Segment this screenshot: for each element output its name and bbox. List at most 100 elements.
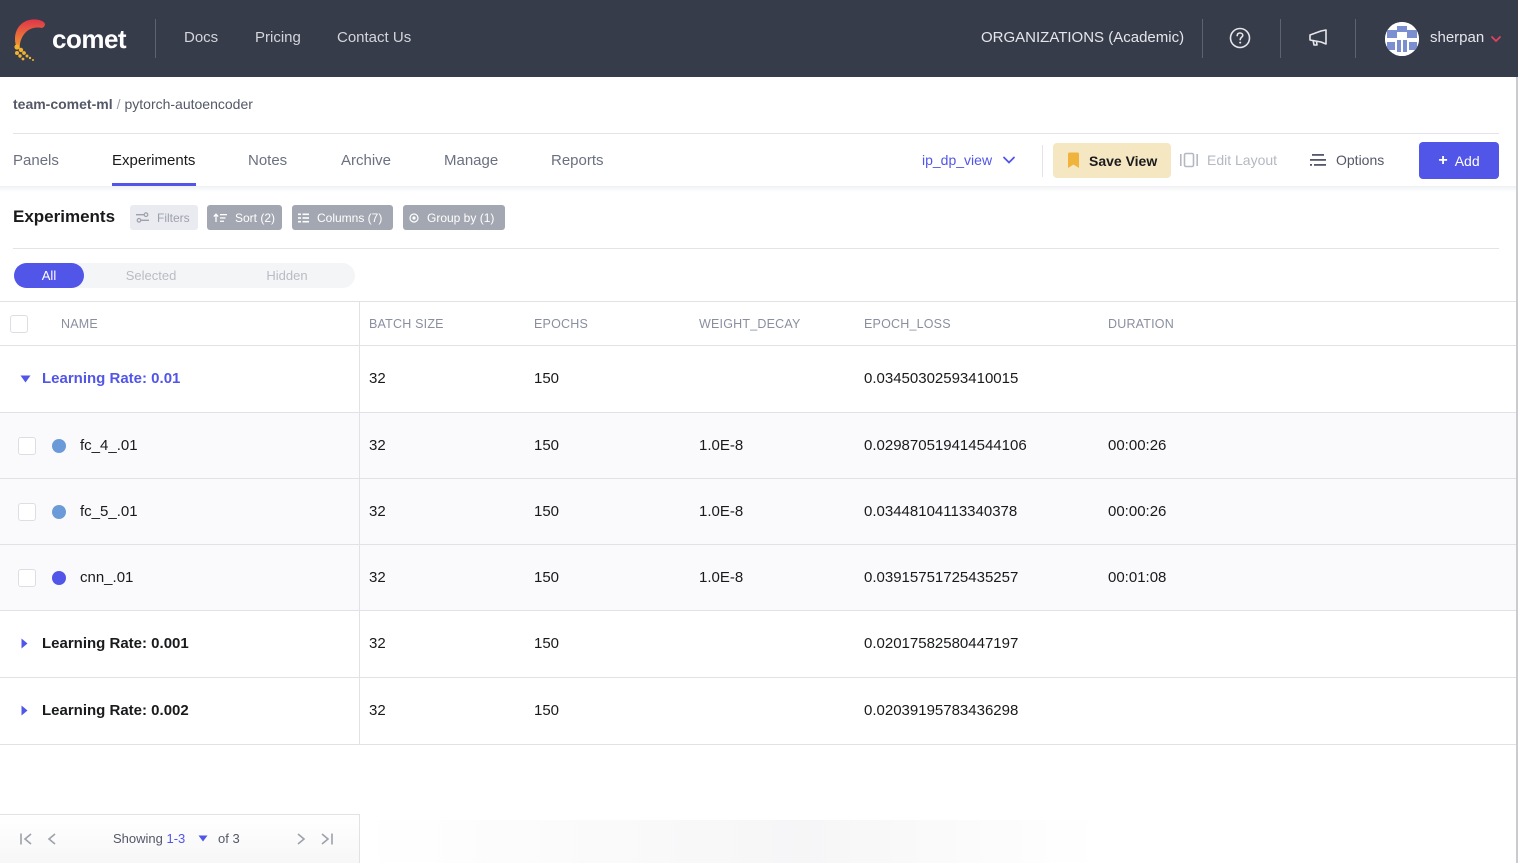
column-header-name[interactable]: NAME [61,317,98,331]
comet-logo[interactable]: comet [12,16,132,62]
table-row-group[interactable]: Learning Rate: 0.001 32 150 0.0201758258… [0,611,1518,678]
column-divider [359,479,360,544]
view-name: ip_dp_view [922,152,993,168]
row-checkbox[interactable] [18,503,36,521]
organizations-switcher[interactable]: ORGANIZATIONS (Academic) [981,29,1184,46]
edit-layout-button[interactable]: Edit Layout [1179,152,1277,168]
filters-button[interactable]: Filters [130,205,198,230]
columns-button[interactable]: Columns (7) [292,205,393,230]
cell-epochs: 150 [534,635,560,652]
segment-all[interactable]: All [14,263,84,288]
user-avatar[interactable] [1385,22,1419,56]
help-icon[interactable] [1229,27,1251,49]
experiment-color-dot[interactable] [52,571,66,585]
sort-button[interactable]: Sort (2) [207,205,282,230]
caret-right-icon[interactable] [21,638,28,649]
showing-label: Showing [113,831,163,846]
top-navigation-bar: comet Docs Pricing Contact Us ORGANIZATI… [0,0,1518,77]
toolbar-divider [1042,145,1043,177]
cell-epoch-loss: 0.029870519414544106 [864,437,1027,454]
table-row[interactable]: cnn_.01 32 150 1.0E-8 0.0391575172543525… [0,545,1518,611]
chevron-down-icon [1003,156,1015,164]
nav-divider [1355,19,1356,58]
column-header-duration[interactable]: DURATION [1108,317,1174,331]
chevron-down-icon[interactable] [1490,34,1502,44]
cell-batch-size: 32 [369,635,386,652]
select-all-checkbox[interactable] [10,315,28,333]
options-icon [1310,154,1326,166]
first-page-icon[interactable] [19,832,33,846]
cell-weight-decay: 1.0E-8 [699,503,744,520]
previous-page-icon[interactable] [47,832,57,846]
caret-down-icon[interactable] [20,375,31,383]
page-size-caret-icon[interactable] [198,835,208,842]
experiment-color-dot[interactable] [52,505,66,519]
column-header-weight-decay[interactable]: WEIGHT_DECAY [699,317,801,331]
page-range[interactable]: 1-3 [167,831,186,846]
breadcrumb-project[interactable]: pytorch-autoencoder [124,96,252,112]
pagination-text: Showing 1-3 [113,831,185,846]
layout-icon [1180,152,1198,168]
table-row-group[interactable]: Learning Rate: 0.01 32 150 0.03450302593… [0,346,1518,413]
avatar-identicon [1385,22,1419,56]
experiment-visibility-toggle: All Selected Hidden [14,263,355,288]
column-divider [359,678,360,744]
cell-duration: 00:00:26 [1108,437,1167,454]
column-header-epochs[interactable]: EPOCHS [534,317,588,331]
segment-selected[interactable]: Selected [104,263,198,288]
add-button[interactable]: + Add [1419,142,1499,179]
group-name[interactable]: Learning Rate: 0.01 [42,370,180,387]
segment-hidden[interactable]: Hidden [240,263,334,288]
cell-weight-decay: 1.0E-8 [699,569,744,586]
table-row-group[interactable]: Learning Rate: 0.002 32 150 0.0203919578… [0,678,1518,745]
row-checkbox[interactable] [18,569,36,587]
experiment-name[interactable]: fc_5_.01 [80,503,138,520]
experiment-name[interactable]: cnn_.01 [80,569,133,586]
table-row[interactable]: fc_5_.01 32 150 1.0E-8 0.034481041133403… [0,479,1518,545]
group-by-button[interactable]: Group by (1) [403,205,505,230]
tabs-shadow [0,186,1518,192]
announcement-icon[interactable] [1307,27,1329,49]
view-selector[interactable]: ip_dp_view [922,152,1016,168]
edit-layout-label: Edit Layout [1207,152,1278,168]
filter-icon [136,212,149,223]
tab-panels[interactable]: Panels [13,152,59,169]
cell-batch-size: 32 [369,370,386,387]
tab-reports[interactable]: Reports [551,152,604,169]
breadcrumb-workspace[interactable]: team-comet-ml [13,96,113,112]
username[interactable]: sherpan [1430,29,1484,46]
tab-manage[interactable]: Manage [444,152,498,169]
save-view-label: Save View [1089,152,1158,169]
nav-link-pricing[interactable]: Pricing [255,29,301,46]
tab-experiments[interactable]: Experiments [112,152,195,169]
breadcrumb-separator: / [116,96,121,112]
options-button[interactable]: Options [1310,152,1384,168]
divider [13,248,1499,249]
cell-epochs: 150 [534,503,560,520]
last-page-icon[interactable] [320,832,334,846]
filters-label: Filters [157,210,190,225]
experiment-name[interactable]: fc_4_.01 [80,437,138,454]
group-name[interactable]: Learning Rate: 0.002 [42,702,189,719]
cell-epochs: 150 [534,569,560,586]
experiment-color-dot[interactable] [52,439,66,453]
table-header: NAME BATCH SIZE EPOCHS WEIGHT_DECAY EPOC… [0,301,1518,346]
nav-link-contact-us[interactable]: Contact Us [337,29,411,46]
column-header-batch-size[interactable]: BATCH SIZE [369,317,444,331]
cell-weight-decay: 1.0E-8 [699,437,744,454]
columns-icon [298,213,309,222]
tab-archive[interactable]: Archive [341,152,391,169]
column-divider [359,346,360,412]
experiments-title: Experiments [13,207,116,226]
row-checkbox[interactable] [18,437,36,455]
caret-right-icon[interactable] [21,705,28,716]
table-row[interactable]: fc_4_.01 32 150 1.0E-8 0.029870519414544… [0,413,1518,479]
nav-divider [1202,19,1203,58]
group-name[interactable]: Learning Rate: 0.001 [42,635,189,652]
nav-link-docs[interactable]: Docs [184,29,218,46]
tab-notes[interactable]: Notes [248,152,287,169]
save-view-button[interactable]: Save View [1053,143,1171,178]
breadcrumb: team-comet-ml / pytorch-autoencoder [13,96,253,112]
column-header-epoch-loss[interactable]: EPOCH_LOSS [864,317,951,331]
next-page-icon[interactable] [296,832,306,846]
